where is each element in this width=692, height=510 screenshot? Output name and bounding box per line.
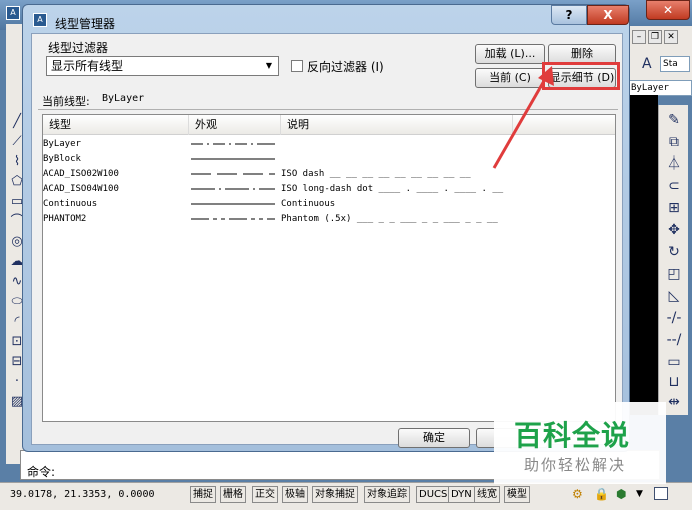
close-icon[interactable]: ✕ <box>664 30 678 44</box>
invert-filter-checkbox[interactable] <box>291 60 303 72</box>
join-icon[interactable]: ⊔ <box>665 373 683 391</box>
invert-filter-label: 反向过滤器 (I) <box>307 60 384 74</box>
trim-icon[interactable]: -/- <box>665 309 683 327</box>
rotate-icon[interactable]: ↻ <box>665 243 683 261</box>
ortho-toggle[interactable]: 正交 <box>252 486 278 503</box>
layer-combo[interactable]: ByLayer <box>628 80 692 96</box>
linetype-appearance <box>191 188 275 190</box>
linetype-name: Continuous <box>43 199 98 209</box>
tray-settings-icon[interactable]: ⚙ <box>572 487 583 501</box>
chevron-down-icon[interactable]: ▼ <box>636 489 643 499</box>
clean-screen-icon[interactable] <box>654 487 668 500</box>
filter-select-value: 显示所有线型 <box>51 59 124 73</box>
help-button[interactable]: ? <box>551 5 587 25</box>
lock-icon[interactable]: 🔒 <box>594 487 609 501</box>
stretch-icon[interactable]: ◺ <box>665 287 683 305</box>
copy-icon[interactable]: ⧉ <box>665 133 683 151</box>
dialog-icon: A <box>33 13 47 27</box>
ducs-toggle[interactable]: DUCS <box>416 486 451 503</box>
chamfer-icon[interactable]: ⇹ <box>665 393 683 411</box>
move-icon[interactable]: ✥ <box>665 221 683 239</box>
filter-label: 线型过滤器 <box>48 41 109 55</box>
linetype-name: ByLayer <box>43 139 81 149</box>
table-row[interactable]: PHANTOM2 Phantom (.5x) ___ _ _ ___ _ _ __… <box>43 212 615 227</box>
app-logo-icon: A <box>6 6 20 20</box>
text-style-icon[interactable]: A <box>642 56 652 72</box>
linetype-appearance <box>191 173 275 175</box>
current-linetype-label: 当前线型: <box>42 95 90 108</box>
linetype-name: ACAD_ISO04W100 <box>43 184 119 194</box>
watermark-title: 百科全说 <box>514 419 631 452</box>
array-icon[interactable]: ⊞ <box>665 199 683 217</box>
watermark-subtitle: 助你轻松解决 <box>524 456 627 474</box>
extend-icon[interactable]: --/ <box>665 331 683 349</box>
watermark: 百科全说 助你轻松解决 <box>494 402 666 484</box>
command-prompt: 命令: <box>27 465 56 479</box>
osnap-toggle[interactable]: 对象捕捉 <box>312 486 358 503</box>
dialog-title: 线型管理器 <box>55 17 116 31</box>
erase-icon[interactable]: ✎ <box>665 111 683 129</box>
filter-select[interactable]: 显示所有线型 ▼ <box>46 56 279 76</box>
current-linetype-value: ByLayer <box>102 93 145 104</box>
offset-icon[interactable]: ⊂ <box>665 177 683 195</box>
chevron-down-icon[interactable]: ▼ <box>262 59 276 73</box>
restore-icon[interactable]: ❐ <box>648 30 662 44</box>
minimize-icon[interactable]: – <box>632 30 646 44</box>
app-close-button[interactable]: ✕ <box>646 0 690 20</box>
linetype-appearance <box>191 218 275 220</box>
arrow-head <box>538 66 554 86</box>
arrow-shaft <box>492 73 550 169</box>
linetype-appearance <box>191 158 275 160</box>
model-toggle[interactable]: 模型 <box>504 486 530 503</box>
tray-app-icon[interactable]: ⬢ <box>616 487 626 501</box>
scale-icon[interactable]: ◰ <box>665 265 683 283</box>
modify-toolbar: ✎ ⧉ ⏃ ⊂ ⊞ ✥ ↻ ◰ ◺ -/- --/ ▭ ⊔ ⇹ <box>658 105 688 415</box>
lineweight-toggle[interactable]: 线宽 <box>474 486 500 503</box>
linetype-description: Continuous <box>281 199 336 209</box>
ok-button[interactable]: 确定 <box>398 428 470 448</box>
linetype-description: Phantom (.5x) ___ _ _ ___ _ _ ___ _ _ __ <box>281 214 498 224</box>
mirror-icon[interactable]: ⏃ <box>665 155 683 173</box>
snap-toggle[interactable]: 捕捉 <box>190 486 216 503</box>
break-icon[interactable]: ▭ <box>665 353 683 371</box>
polar-toggle[interactable]: 极轴 <box>282 486 308 503</box>
column-header-appearance[interactable]: 外观 <box>189 115 281 135</box>
text-style-combo[interactable]: Sta <box>660 56 690 72</box>
coordinate-readout: 39.0178, 21.3353, 0.0000 <box>10 489 155 500</box>
otrack-toggle[interactable]: 对象追踪 <box>364 486 410 503</box>
linetype-name: PHANTOM2 <box>43 214 87 224</box>
drawing-area[interactable] <box>628 95 658 415</box>
grid-toggle[interactable]: 栅格 <box>220 486 246 503</box>
dyn-toggle[interactable]: DYN <box>448 486 475 503</box>
dialog-close-button[interactable]: X <box>587 5 629 25</box>
table-row[interactable]: Continuous Continuous <box>43 197 615 212</box>
linetype-appearance <box>191 203 275 205</box>
annotation-arrow <box>492 66 554 169</box>
linetype-name: ByBlock <box>43 154 81 164</box>
linetype-appearance <box>191 143 275 145</box>
linetype-name: ACAD_ISO02W100 <box>43 169 119 179</box>
status-bar: 39.0178, 21.3353, 0.0000 捕捉 栅格 正交 极轴 对象捕… <box>0 482 692 510</box>
column-header-linetype[interactable]: 线型 <box>43 115 189 135</box>
